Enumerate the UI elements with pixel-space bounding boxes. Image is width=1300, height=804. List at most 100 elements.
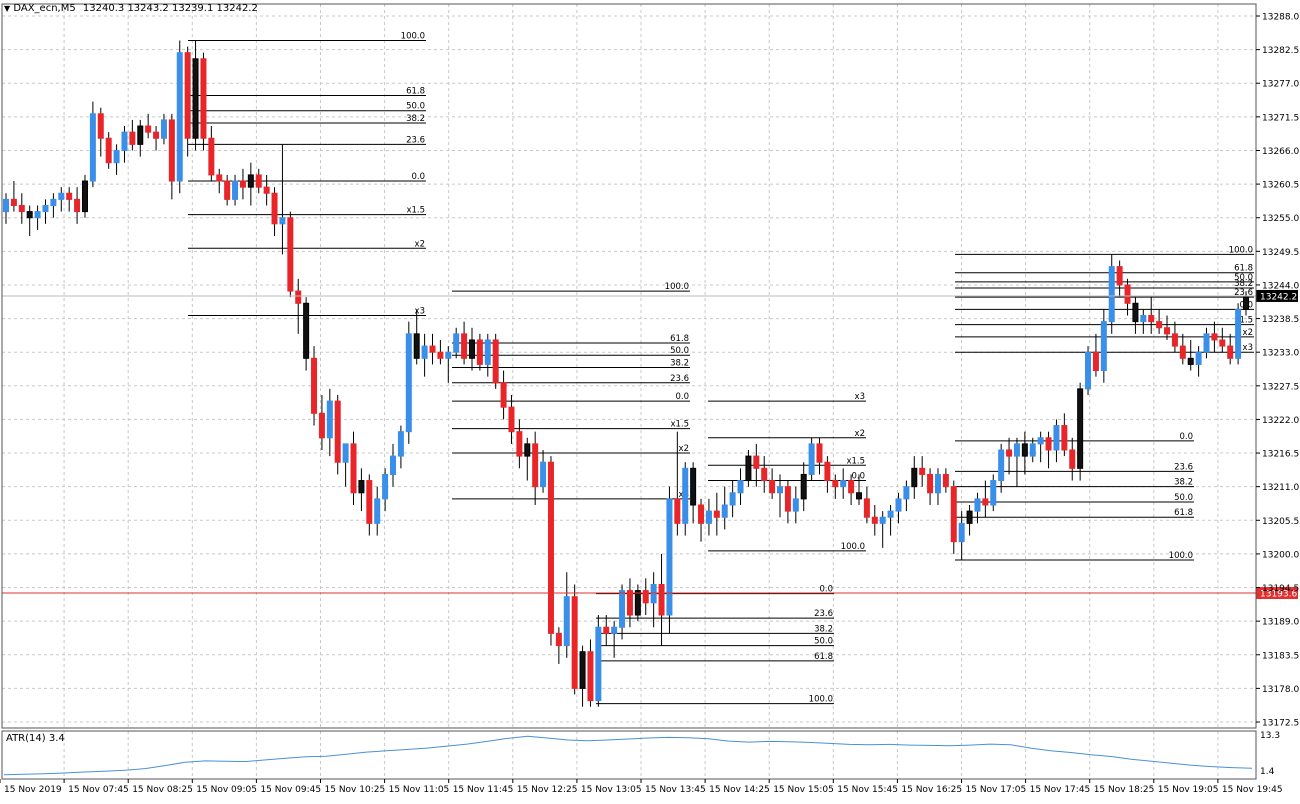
candle-body: [524, 443, 531, 457]
candle: [1195, 346, 1202, 377]
candle: [26, 205, 33, 237]
candle-body: [97, 113, 104, 139]
price-axis-label: 13205.5: [1262, 517, 1299, 527]
candle-body: [81, 180, 88, 213]
candle-body: [800, 473, 807, 500]
chart-window[interactable]: 100.0 61.8 50.0 38.2 23.6 0.0 x1.5 x2 x3 100.0 61.…: [0, 0, 1300, 800]
candle: [650, 572, 657, 628]
candle-body: [176, 52, 183, 182]
fibonacci-label: x3: [1243, 343, 1253, 353]
fibonacci-label: x2: [855, 429, 865, 439]
price-chart[interactable]: 100.0 61.8 50.0 38.2 23.6 0.0 x1.5 x2 x3 100.0 61.…: [0, 0, 1300, 800]
candle-body: [500, 382, 507, 408]
candle-body: [879, 516, 886, 524]
candles[interactable]: [3, 40, 1249, 707]
candle: [958, 511, 965, 561]
candle: [563, 572, 570, 658]
candle: [587, 639, 594, 707]
price-axis-label: 13178.0: [1262, 685, 1299, 695]
candle: [761, 456, 768, 493]
candle-body: [342, 443, 349, 463]
price-axis-label: 13183.5: [1262, 651, 1299, 661]
candle-body: [982, 498, 989, 506]
candle-body: [516, 431, 523, 457]
candle: [540, 449, 547, 493]
candle: [1179, 333, 1186, 365]
candle-body: [89, 113, 96, 182]
candle: [105, 132, 112, 169]
candle: [1211, 321, 1218, 353]
candle: [303, 297, 310, 371]
candle-body: [421, 345, 428, 359]
candle-body: [390, 455, 397, 475]
candle-body: [1179, 345, 1186, 359]
fibonacci-label: x3: [415, 307, 425, 317]
candle: [745, 449, 752, 487]
candle-body: [476, 339, 483, 365]
candle: [816, 437, 823, 475]
candle: [998, 443, 1005, 493]
candle: [200, 52, 207, 151]
fibonacci-label: 50.0: [814, 637, 833, 647]
candle-body: [184, 52, 191, 139]
candle: [263, 174, 270, 206]
atr-indicator-panel: [3, 735, 1253, 776]
candle: [642, 578, 649, 616]
candle-body: [658, 583, 665, 616]
candle: [484, 333, 491, 377]
candle-body: [895, 498, 902, 512]
candle-body: [934, 473, 941, 494]
candle-body: [1140, 315, 1147, 323]
candle: [492, 333, 499, 389]
price-axis-label: 13211.0: [1262, 483, 1299, 493]
candle-body: [232, 180, 239, 200]
price-axis-label: 13216.5: [1262, 450, 1299, 460]
candle-body: [287, 217, 294, 292]
candle: [1092, 333, 1099, 377]
price-axis-label: 13249.5: [1262, 248, 1299, 258]
time-axis-label: 15 Nov 07:45: [68, 785, 129, 795]
candle-body: [3, 198, 9, 213]
candle-body: [397, 431, 404, 457]
candle-body: [1132, 302, 1139, 323]
candle: [1132, 297, 1139, 334]
candle-body: [587, 651, 594, 702]
candle-body: [255, 174, 262, 188]
fibonacci-label: x1.5: [670, 420, 689, 430]
candle: [603, 615, 610, 646]
candle: [176, 40, 183, 194]
candle-body: [666, 498, 673, 616]
candle: [1203, 327, 1210, 359]
candle: [879, 511, 886, 548]
fibonacci-label: 23.6: [1174, 462, 1193, 472]
candle: [1148, 297, 1155, 334]
candle-body: [279, 217, 286, 225]
candle: [311, 346, 318, 426]
candle: [429, 333, 436, 365]
candle: [1140, 309, 1147, 334]
atr-panel-frame: [1, 730, 1257, 780]
candle-body: [737, 480, 744, 494]
candle: [1013, 437, 1020, 487]
price-axis-label: 13227.5: [1262, 382, 1299, 392]
candle: [461, 321, 468, 365]
candle-body: [990, 480, 997, 506]
candle: [1021, 431, 1028, 475]
dropdown-triangle-icon[interactable]: ▼: [4, 4, 10, 13]
candle: [66, 187, 73, 212]
candle: [500, 370, 507, 420]
candle-body: [429, 345, 436, 353]
candle-body: [863, 498, 870, 518]
candle: [58, 187, 65, 212]
candle-body: [840, 480, 847, 488]
time-axis-label: 15 Nov 17:05: [966, 785, 1027, 795]
candle: [358, 468, 365, 512]
fibonacci-group: 100.061.850.038.223.60.0x1.5x2x3: [452, 282, 690, 500]
candle-body: [1124, 284, 1131, 304]
candle-body: [1006, 449, 1013, 457]
candle: [555, 627, 562, 664]
candle-body: [247, 174, 254, 188]
candle: [990, 474, 997, 512]
candle: [42, 199, 49, 224]
candle-body: [26, 211, 33, 219]
